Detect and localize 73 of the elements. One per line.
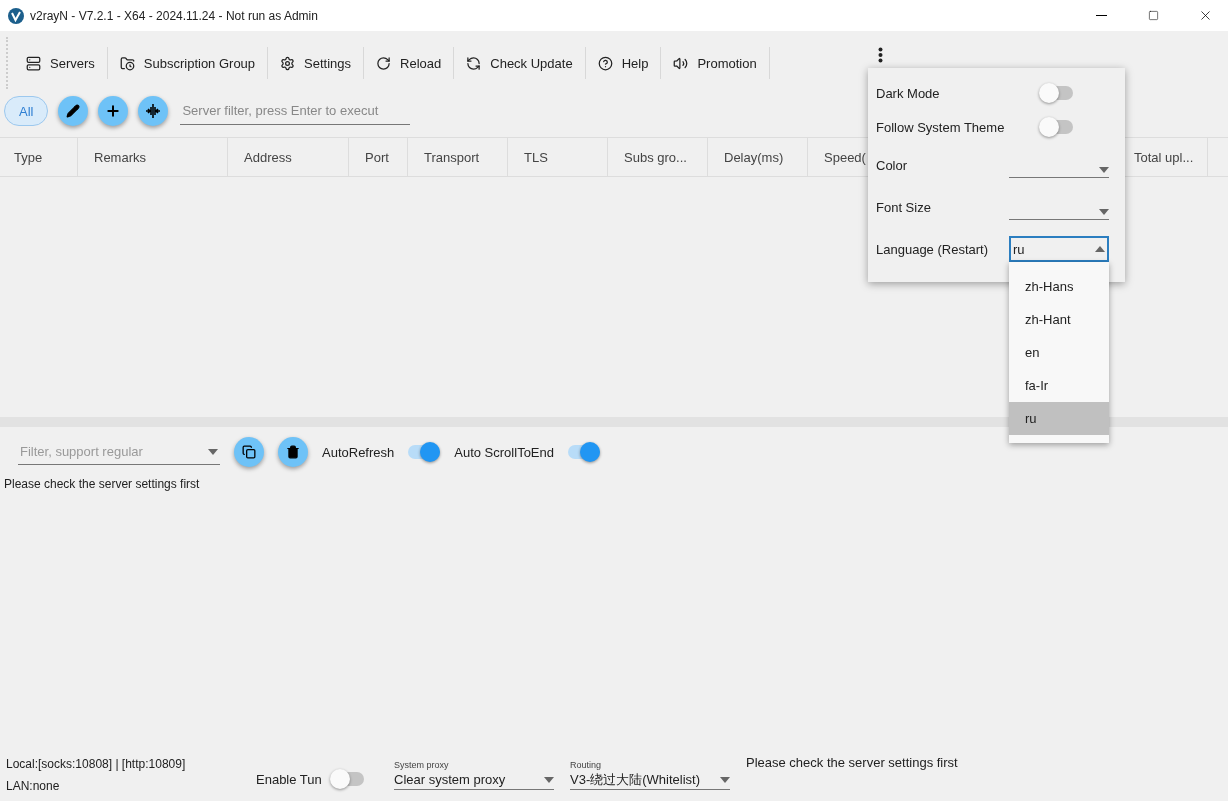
servers-icon <box>26 55 41 71</box>
column-header[interactable]: Remarks <box>94 149 146 165</box>
column-header[interactable]: Port <box>365 149 389 165</box>
setting-label: Font Size <box>876 199 931 215</box>
refresh-icon <box>466 55 482 71</box>
column-header[interactable]: Total upl... <box>1134 149 1194 165</box>
toolbar-button[interactable]: Servers <box>14 47 108 79</box>
field-label: System proxy <box>394 760 450 770</box>
trash-icon <box>286 445 300 459</box>
dropdown-option[interactable]: zh-Hant <box>1009 303 1109 336</box>
caret-icon <box>1095 246 1105 252</box>
window-title: v2rayN - V7.2.1 - X64 - 2024.11.24 - Not run as Admin <box>30 8 319 23</box>
dropdown-option[interactable]: ru <box>1009 402 1109 435</box>
toggle-switch[interactable] <box>568 445 600 459</box>
system-proxy-select[interactable]: Clear system proxy <box>394 770 554 790</box>
tun-label: Enable Tun <box>256 771 322 787</box>
caret-icon <box>544 776 554 783</box>
minimize-icon <box>1095 15 1107 16</box>
toggle-label: Auto ScrollToEnd <box>454 444 554 460</box>
copy-button[interactable] <box>234 437 264 467</box>
column-header[interactable]: TLS <box>524 149 548 165</box>
log-text: Please check the server settings first <box>4 477 200 491</box>
column-header[interactable]: Subs gro... <box>624 149 687 165</box>
setting-label: Color <box>876 157 908 173</box>
toolbar-button[interactable]: Subscription Group <box>107 47 269 79</box>
folder-clock-icon <box>119 55 135 71</box>
column-header[interactable]: Speed( <box>824 149 866 165</box>
toolbar-button[interactable]: Settings <box>268 47 365 79</box>
toggle-label: AutoRefresh <box>322 444 395 460</box>
toolbar-button[interactable]: Help <box>585 47 662 79</box>
reload-icon <box>376 55 392 71</box>
server-filter-field[interactable]: Server filter, press Enter to execut <box>180 97 411 125</box>
settings-icon <box>280 55 296 71</box>
toolbar-button[interactable]: Promotion <box>661 47 770 79</box>
caret-icon <box>1099 167 1109 173</box>
column-header[interactable]: Transport <box>424 149 480 165</box>
routing-select[interactable]: V3-绕过大陆(Whitelist) <box>570 770 730 790</box>
delete-button[interactable] <box>278 437 308 467</box>
help-icon <box>597 55 613 71</box>
dropdown-option[interactable]: zh-Hans <box>1009 270 1109 303</box>
speaker-icon <box>673 55 689 71</box>
setting-label: Language (Restart) <box>876 241 988 257</box>
status-message: Please check the server settings first <box>746 755 958 770</box>
setting-label: Follow System Theme <box>876 119 1005 135</box>
column-header[interactable]: Delay(ms) <box>724 149 784 165</box>
more-icon <box>878 47 883 63</box>
more-menu-button[interactable] <box>878 47 883 63</box>
caret-icon <box>1099 209 1109 215</box>
split-icon <box>145 103 162 119</box>
toggle-switch[interactable] <box>408 445 441 459</box>
column-header[interactable]: Address <box>244 149 292 165</box>
caret-icon <box>208 449 218 455</box>
column-header[interactable]: Type <box>14 149 43 165</box>
toggle-switch[interactable] <box>1041 86 1073 100</box>
field-label: Routing <box>570 760 603 770</box>
maximize-icon <box>1147 10 1159 21</box>
log-filter-field[interactable]: Filter, support regular <box>18 439 220 465</box>
toolbar-button[interactable]: Reload <box>364 47 455 79</box>
dropdown-option[interactable]: en <box>1009 336 1109 369</box>
toggle-switch[interactable] <box>1041 120 1073 134</box>
edit-button[interactable] <box>58 96 89 126</box>
app-logo-icon <box>8 7 24 24</box>
dropdown-option[interactable]: fa-Ir <box>1009 369 1109 402</box>
caret-icon <box>720 776 730 783</box>
lan-text: LAN:none <box>6 779 61 793</box>
setting-label: Dark Mode <box>876 85 940 101</box>
add-button[interactable] <box>98 96 129 126</box>
local-ports-text: Local:[socks:10808] | [http:10809] <box>6 757 187 771</box>
toolbar-button[interactable]: Check Update <box>454 47 586 79</box>
toggle-switch[interactable] <box>331 772 364 786</box>
copy-icon <box>242 445 256 459</box>
split-button[interactable] <box>138 96 169 126</box>
pencil-icon <box>66 104 81 118</box>
